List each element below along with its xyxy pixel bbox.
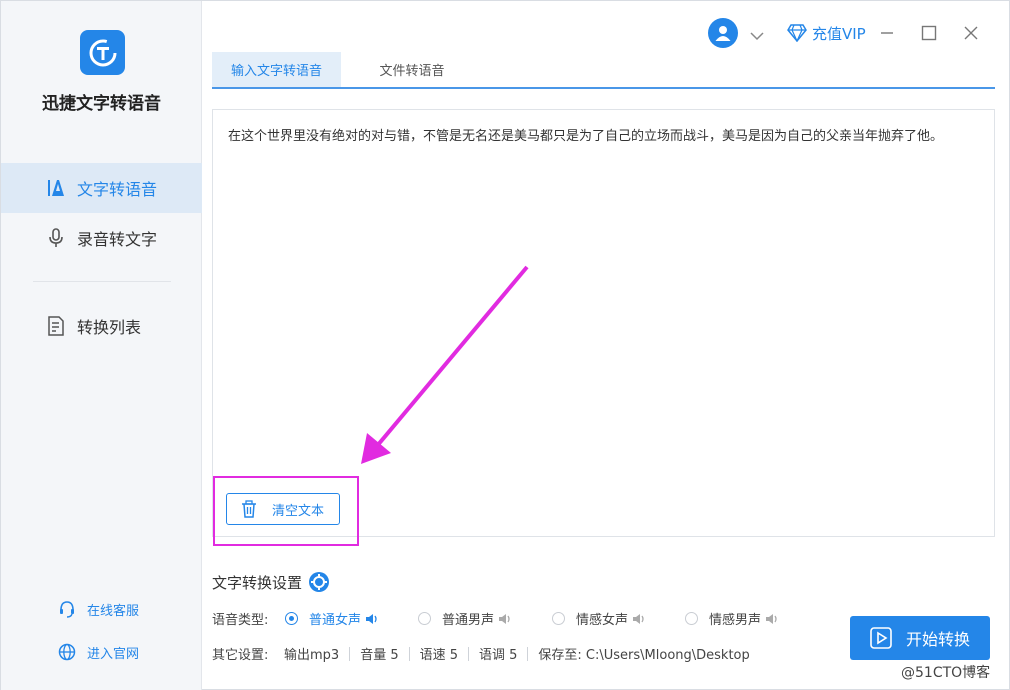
volume-setting[interactable]: 音量 5 [360, 644, 398, 663]
close-button[interactable] [958, 20, 984, 46]
sidebar-item-label: 转换列表 [77, 318, 142, 337]
voice-option-emotional-female[interactable]: 情感女声 [552, 609, 646, 628]
globe-icon [57, 642, 77, 662]
annotation-highlight-box [213, 476, 359, 546]
recharge-vip-button[interactable]: 充值VIP [787, 21, 866, 45]
speaker-icon [499, 613, 510, 624]
speaker-icon [633, 613, 644, 624]
divider [408, 646, 410, 661]
headset-icon [57, 599, 77, 619]
pitch-setting[interactable]: 语调 5 [479, 644, 517, 663]
speaker-icon [766, 613, 777, 624]
other-settings-label: 其它设置: [212, 648, 269, 663]
voice-option-standard-female[interactable]: 普通女声 [285, 609, 379, 628]
maximize-button[interactable] [916, 20, 942, 46]
text-a-icon [46, 178, 66, 198]
divider [527, 646, 529, 661]
sidebar: 迅捷文字转语音 文字转语音 录音转文字 转换列表 在线客服 进入官网 [1, 1, 202, 690]
sidebar-divider [33, 281, 171, 282]
online-support-link[interactable]: 在线客服 [57, 599, 139, 619]
save-path-setting[interactable]: 保存至: C:\Users\Mloong\Desktop [538, 644, 749, 663]
radio-button[interactable] [285, 612, 298, 625]
user-avatar[interactable] [708, 18, 738, 48]
speed-setting[interactable]: 语速 5 [420, 644, 458, 663]
minimize-icon [881, 32, 893, 34]
sidebar-item-text-to-speech[interactable]: 文字转语音 [1, 163, 202, 213]
settings-title: 文字转换设置 [212, 571, 330, 593]
text-editor[interactable]: 在这个世界里没有绝对的对与错，不管是无名还是美马都只是为了自己的立场而战斗，美马… [212, 109, 995, 537]
diamond-icon [787, 24, 807, 43]
tab-bar: 输入文字转语音 文件转语音 [212, 52, 995, 89]
footer-link-label: 在线客服 [87, 603, 140, 619]
list-document-icon [46, 316, 66, 336]
app-title: 迅捷文字转语音 [42, 94, 161, 114]
gear-icon[interactable] [308, 571, 330, 593]
other-settings-row: 输出mp3 音量 5 语速 5 语调 5 保存至: C:\Users\Mloon… [284, 644, 750, 663]
start-conversion-button[interactable]: 开始转换 [850, 616, 990, 660]
divider [468, 646, 469, 661]
speaker-icon [366, 613, 377, 624]
radio-button[interactable] [552, 612, 565, 625]
user-icon [715, 26, 731, 41]
maximize-icon [921, 25, 937, 41]
vip-label: 充值VIP [812, 24, 866, 43]
footer-link-label: 进入官网 [87, 646, 140, 662]
microphone-icon [46, 228, 66, 248]
chevron-down-icon[interactable] [749, 27, 765, 41]
logo-icon [89, 39, 116, 66]
sidebar-item-speech-to-text[interactable]: 录音转文字 [1, 213, 202, 263]
minimize-button[interactable] [874, 20, 900, 46]
output-format-setting[interactable]: 输出mp3 [284, 644, 339, 663]
voice-type-label: 语音类型: [212, 613, 269, 628]
app-logo [80, 30, 125, 75]
start-conversion-label: 开始转换 [905, 630, 970, 649]
tab-input-text-to-speech[interactable]: 输入文字转语音 [212, 52, 341, 87]
divider [349, 646, 351, 661]
radio-button[interactable] [418, 612, 431, 625]
sidebar-item-label: 录音转文字 [77, 230, 158, 249]
voice-option-emotional-male[interactable]: 情感男声 [685, 609, 779, 628]
editor-text[interactable]: 在这个世界里没有绝对的对与错，不管是无名还是美马都只是为了自己的立场而战斗，美马… [228, 126, 978, 148]
sidebar-item-conversion-list[interactable]: 转换列表 [1, 301, 202, 351]
radio-button[interactable] [685, 612, 698, 625]
close-icon [964, 26, 978, 40]
official-site-link[interactable]: 进入官网 [57, 642, 139, 662]
tab-file-to-speech[interactable]: 文件转语音 [357, 52, 467, 87]
watermark: @51CTO博客 [901, 665, 991, 681]
app-window: 迅捷文字转语音 文字转语音 录音转文字 转换列表 在线客服 进入官网 充值VIP… [0, 0, 1010, 690]
voice-option-standard-male[interactable]: 普通男声 [418, 609, 512, 628]
sidebar-item-label: 文字转语音 [77, 180, 158, 199]
play-icon [870, 627, 892, 649]
